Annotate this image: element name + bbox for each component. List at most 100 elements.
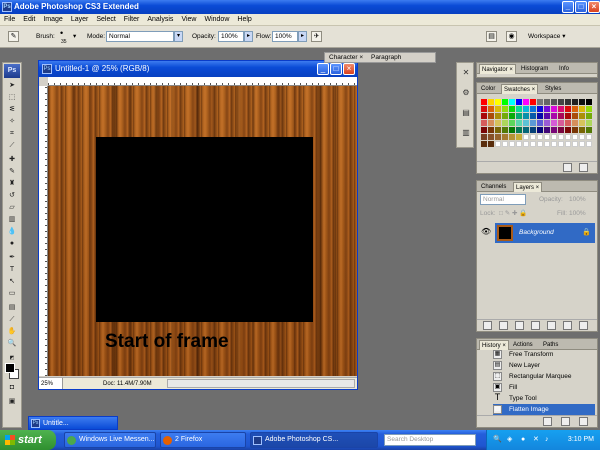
swatch-cell[interactable] bbox=[495, 99, 501, 105]
swatch-cell[interactable] bbox=[523, 141, 529, 147]
swatch-cell[interactable] bbox=[558, 106, 564, 112]
tab-styles[interactable]: Styles bbox=[543, 84, 563, 94]
tab-layers[interactable]: Layers × bbox=[513, 182, 543, 192]
menu-view[interactable]: View bbox=[177, 14, 200, 26]
flow-input[interactable]: 100% bbox=[272, 31, 298, 42]
swatch-cell[interactable] bbox=[509, 134, 515, 140]
file-browser-icon[interactable]: ▤ bbox=[486, 31, 497, 42]
swatch-cell[interactable] bbox=[516, 134, 522, 140]
eraser-tool-icon[interactable]: ▱ bbox=[6, 203, 18, 213]
swatch-cell[interactable] bbox=[530, 106, 536, 112]
swatch-cell[interactable] bbox=[551, 99, 557, 105]
visibility-eye-icon[interactable]: 👁 bbox=[481, 227, 491, 237]
swatch-cell[interactable] bbox=[551, 141, 557, 147]
network-icon[interactable]: ◈ bbox=[507, 435, 512, 445]
swatch-cell[interactable] bbox=[537, 120, 543, 126]
zoom-tool-icon[interactable]: 🔍 bbox=[6, 339, 18, 349]
desktop-search-input[interactable]: Search Desktop bbox=[384, 434, 476, 446]
swatch-cell[interactable] bbox=[572, 134, 578, 140]
swatch-cell[interactable] bbox=[551, 113, 557, 119]
swatch-cell[interactable] bbox=[544, 127, 550, 133]
swatch-cell[interactable] bbox=[481, 141, 487, 147]
swatch-cell[interactable] bbox=[572, 120, 578, 126]
layer-style-icon[interactable] bbox=[499, 321, 508, 330]
brushes-icon[interactable]: ⚙ bbox=[460, 87, 472, 99]
tab-color[interactable]: Color bbox=[479, 84, 497, 94]
swatch-cell[interactable] bbox=[509, 99, 515, 105]
swatch-cell[interactable] bbox=[544, 106, 550, 112]
antivirus-tray-icon[interactable]: ✕ bbox=[533, 435, 539, 445]
swatch-cell[interactable] bbox=[551, 127, 557, 133]
start-button[interactable]: start bbox=[0, 430, 56, 450]
swatch-cell[interactable] bbox=[586, 99, 592, 105]
swatch-cell[interactable] bbox=[579, 134, 585, 140]
swatch-cell[interactable] bbox=[565, 106, 571, 112]
swatch-cell[interactable] bbox=[481, 127, 487, 133]
swatch-cell[interactable] bbox=[544, 120, 550, 126]
horizontal-ruler[interactable] bbox=[48, 77, 357, 86]
swatch-cell[interactable] bbox=[537, 99, 543, 105]
swatch-cell[interactable] bbox=[579, 106, 585, 112]
link-layers-icon[interactable] bbox=[483, 321, 492, 330]
swatch-cell[interactable] bbox=[523, 127, 529, 133]
screen-mode-icon[interactable]: ▣ bbox=[6, 397, 18, 407]
swatch-cell[interactable] bbox=[558, 127, 564, 133]
brush-tool-preset-icon[interactable]: ✎ bbox=[8, 31, 19, 42]
layer-comps-icon[interactable]: ▥ bbox=[460, 127, 472, 139]
swatch-cell[interactable] bbox=[544, 99, 550, 105]
menu-select[interactable]: Select bbox=[92, 14, 119, 26]
swatch-cell[interactable] bbox=[502, 99, 508, 105]
swatch-cell[interactable] bbox=[530, 120, 536, 126]
delete-layer-icon[interactable] bbox=[579, 321, 588, 330]
swatch-cell[interactable] bbox=[551, 134, 557, 140]
delete-state-icon[interactable] bbox=[579, 417, 588, 426]
lasso-tool-icon[interactable]: ᓬ bbox=[6, 105, 18, 115]
document-minimize-button[interactable]: _ bbox=[317, 63, 329, 75]
swatch-cell[interactable] bbox=[579, 120, 585, 126]
fill-value[interactable]: 100% bbox=[569, 209, 586, 219]
swatch-cell[interactable] bbox=[488, 120, 494, 126]
history-item[interactable]: T Type Tool bbox=[493, 393, 595, 404]
menu-image[interactable]: Image bbox=[39, 14, 66, 26]
layer-opacity-value[interactable]: 100% bbox=[569, 195, 586, 205]
tab-info[interactable]: Info bbox=[557, 64, 571, 74]
swatch-cell[interactable] bbox=[558, 113, 564, 119]
healing-brush-tool-icon[interactable]: ✚ bbox=[6, 155, 18, 165]
menu-window[interactable]: Window bbox=[200, 14, 233, 26]
tab-channels[interactable]: Channels bbox=[479, 182, 508, 192]
slice-tool-icon[interactable]: ⟋ bbox=[6, 141, 18, 151]
task-photoshop[interactable]: Adobe Photoshop CS... bbox=[250, 432, 378, 448]
document-close-button[interactable]: × bbox=[343, 63, 355, 75]
document-size-info[interactable]: Doc: 11.4M/7.90M bbox=[103, 378, 152, 390]
swatch-cell[interactable] bbox=[565, 113, 571, 119]
swatch-cell[interactable] bbox=[523, 113, 529, 119]
swatch-cell[interactable] bbox=[586, 120, 592, 126]
swatch-cell[interactable] bbox=[481, 106, 487, 112]
swatch-cell[interactable] bbox=[537, 106, 543, 112]
swatch-cell[interactable] bbox=[502, 113, 508, 119]
swatch-cell[interactable] bbox=[495, 120, 501, 126]
delete-swatch-icon[interactable] bbox=[579, 163, 588, 172]
minimize-button[interactable]: _ bbox=[562, 1, 574, 13]
task-firefox[interactable]: 2 Firefox bbox=[160, 432, 246, 448]
swatch-cell[interactable] bbox=[502, 106, 508, 112]
swatch-cell[interactable] bbox=[481, 120, 487, 126]
swatch-cell[interactable] bbox=[565, 141, 571, 147]
vertical-ruler[interactable] bbox=[39, 86, 48, 376]
swatch-cell[interactable] bbox=[502, 120, 508, 126]
menu-file[interactable]: File bbox=[0, 14, 19, 26]
brush-dropdown-icon[interactable]: ▾ bbox=[73, 32, 76, 42]
move-tool-icon[interactable]: ➤ bbox=[6, 81, 18, 91]
document-title-bar[interactable]: Ps Untitled-1 @ 25% (RGB/8) _ □ × bbox=[39, 61, 357, 77]
swatch-cell[interactable] bbox=[530, 141, 536, 147]
swatch-cell[interactable] bbox=[509, 127, 515, 133]
hand-tool-icon[interactable]: ✋ bbox=[6, 327, 18, 337]
menu-edit[interactable]: Edit bbox=[19, 14, 39, 26]
swatch-cell[interactable] bbox=[544, 113, 550, 119]
swatch-cell[interactable] bbox=[502, 134, 508, 140]
swatch-cell[interactable] bbox=[579, 141, 585, 147]
workspace-menu[interactable]: Workspace ▾ bbox=[528, 32, 565, 42]
swatch-cell[interactable] bbox=[509, 120, 515, 126]
swatch-cell[interactable] bbox=[537, 127, 543, 133]
swatch-cell[interactable] bbox=[558, 134, 564, 140]
